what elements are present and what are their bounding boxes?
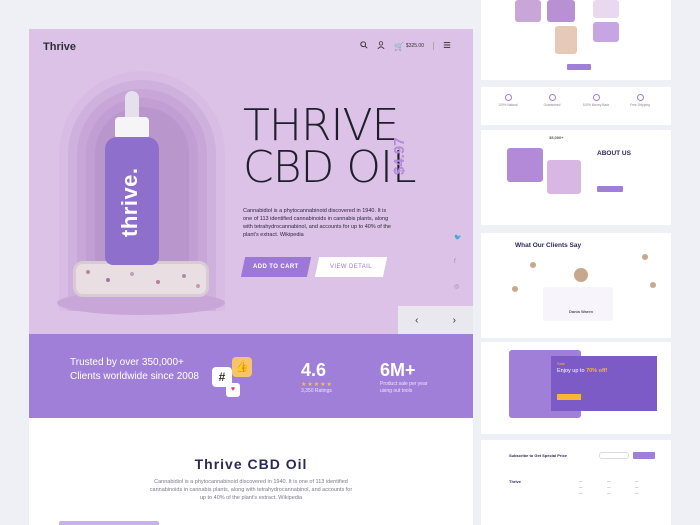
feature-icon <box>548 94 556 101</box>
facebook-icon[interactable]: f <box>454 259 461 265</box>
page-preview-column: 100% Natural Guaranteed 100% Money Back … <box>481 0 671 525</box>
about-card: 35,000+ ABOUT US <box>481 130 671 225</box>
testimonials-card: What Our Clients Say Dania Waren <box>481 233 671 338</box>
feature-text: 100% Natural <box>498 103 518 107</box>
footer-brand: Thrive <box>509 479 522 484</box>
gallery-photo <box>593 22 619 42</box>
avatar <box>529 261 537 269</box>
section-preview-bar <box>59 521 159 525</box>
hero-title: THRIVE CBD OIL <box>243 100 417 193</box>
gallery-photo <box>555 26 577 54</box>
testimonial-box <box>543 287 613 321</box>
testimonial-name: Dania Waren <box>569 309 594 314</box>
hero-title-line1: THRIVE <box>243 100 399 151</box>
sales-label: Product sale per year using out tools <box>380 381 428 394</box>
feature-text: 100% Money Back <box>582 103 610 107</box>
user-icon[interactable] <box>377 41 385 51</box>
add-to-cart-button[interactable]: ADD TO CART <box>240 257 312 277</box>
about-badge: 35,000+ <box>549 135 564 140</box>
slider-nav: ‹ › <box>398 306 473 334</box>
page: Thrive 🛒 $325.00 thrive. THRIVE CBD OIL … <box>0 0 700 525</box>
view-more-button[interactable] <box>567 64 591 70</box>
cart-button[interactable]: 🛒 $325.00 <box>394 42 424 51</box>
heart-icon: ♥ <box>226 383 240 397</box>
shop-now-button[interactable] <box>557 394 581 400</box>
avatar <box>641 253 649 261</box>
feature-text: Free Shipping <box>630 103 650 107</box>
clients-title: What Our Clients Say <box>515 242 582 249</box>
footer-column: — — — <box>607 479 611 495</box>
bottle-collar <box>115 117 149 139</box>
rating-value: 4.6 <box>301 360 327 380</box>
product-name: Thrive CBD Oil <box>194 456 308 472</box>
product-price: $4.97 <box>391 137 408 175</box>
feature-icon <box>592 94 600 101</box>
cart-value: $325.00 <box>405 43 424 49</box>
brand-logo[interactable]: Thrive <box>43 41 76 53</box>
bottle-label: thrive. <box>117 167 142 237</box>
about-title: ABOUT US <box>597 150 631 157</box>
rating-stat: 4.6 ★★★★★ 3,350 Ratings <box>301 360 333 395</box>
sale-percent: 70% off! <box>586 368 608 374</box>
product-bottle: thrive. <box>105 137 159 265</box>
footer-card: Subscribe to Get Special Price Thrive — —… <box>481 440 671 525</box>
social-links: 🐦 f ◎ <box>454 234 461 290</box>
thumbs-up-icon: 👍 <box>232 357 252 377</box>
rating-label: 3,350 Ratings <box>301 388 332 394</box>
stats-section: Trusted by over 350,000+ Clients worldwi… <box>29 334 473 418</box>
subscribe-email-input[interactable] <box>599 452 629 459</box>
sale-banner: Sale Enjoy up to 70% off! <box>551 356 657 411</box>
feature-item: Guaranteed <box>537 94 567 107</box>
gallery-photo <box>593 0 619 18</box>
footer-column: — — — <box>635 479 639 495</box>
avatar <box>511 285 519 293</box>
gallery-photo <box>547 0 575 22</box>
sale-text-main: Enjoy up to <box>557 368 585 374</box>
about-photo <box>507 148 543 182</box>
footer-column: — — — <box>579 479 583 495</box>
view-detail-label: VIEW DETAIL <box>330 264 372 270</box>
terrazzo-pedestal <box>73 261 209 297</box>
view-detail-button[interactable]: VIEW DETAIL <box>314 257 388 277</box>
divider <box>433 42 434 50</box>
feature-icon <box>504 94 512 101</box>
search-icon[interactable] <box>360 41 368 51</box>
sale-card: Sale Enjoy up to 70% off! <box>481 342 671 434</box>
add-to-cart-label: ADD TO CART <box>253 264 299 270</box>
gallery-photo <box>515 0 541 22</box>
next-slide-button[interactable]: › <box>453 315 456 326</box>
avatar <box>649 281 657 289</box>
header-actions: 🛒 $325.00 <box>360 41 451 51</box>
prev-slide-button[interactable]: ‹ <box>415 315 418 326</box>
trust-text: Trusted by over 350,000+ Clients worldwi… <box>70 357 199 382</box>
featured-avatar <box>573 267 589 283</box>
sales-stat: 6M+ Product sale per year using out tool… <box>380 360 440 395</box>
subscribe-title: Subscribe to Get Special Price <box>509 453 568 458</box>
social-badges: # 👍 ♥ <box>212 357 252 401</box>
main-landing-panel: Thrive 🛒 $325.00 thrive. THRIVE CBD OIL … <box>29 29 473 525</box>
sales-value: 6M+ <box>380 360 416 380</box>
feature-item: 100% Money Back <box>581 94 611 107</box>
cart-icon: 🛒 <box>393 41 404 51</box>
features-card: 100% Natural Guaranteed 100% Money Back … <box>481 87 671 125</box>
hero-section: Thrive 🛒 $325.00 thrive. THRIVE CBD OIL … <box>29 29 473 334</box>
instagram-icon[interactable]: ◎ <box>454 283 461 290</box>
sale-tag: Sale <box>557 361 566 366</box>
subscribe-button[interactable] <box>633 452 655 459</box>
menu-icon[interactable] <box>443 41 451 51</box>
hero-title-line2: CBD OIL <box>243 142 417 193</box>
rating-stars: ★★★★★ <box>301 382 333 388</box>
feature-item: 100% Natural <box>493 94 523 107</box>
about-photo <box>547 160 581 194</box>
twitter-icon[interactable]: 🐦 <box>454 234 461 241</box>
feature-text: Guaranteed <box>543 103 561 107</box>
feature-item: Free Shipping <box>625 94 655 107</box>
gallery-card <box>481 0 671 80</box>
hero-description: Cannabidiol is a phytocannabinoid discov… <box>243 208 391 238</box>
sale-text: Enjoy up to 70% off! <box>557 368 607 374</box>
feature-icon <box>636 94 644 101</box>
explore-button[interactable] <box>597 186 623 192</box>
product-description: Cannabidiol is a phytocannabinoid discov… <box>149 479 353 501</box>
